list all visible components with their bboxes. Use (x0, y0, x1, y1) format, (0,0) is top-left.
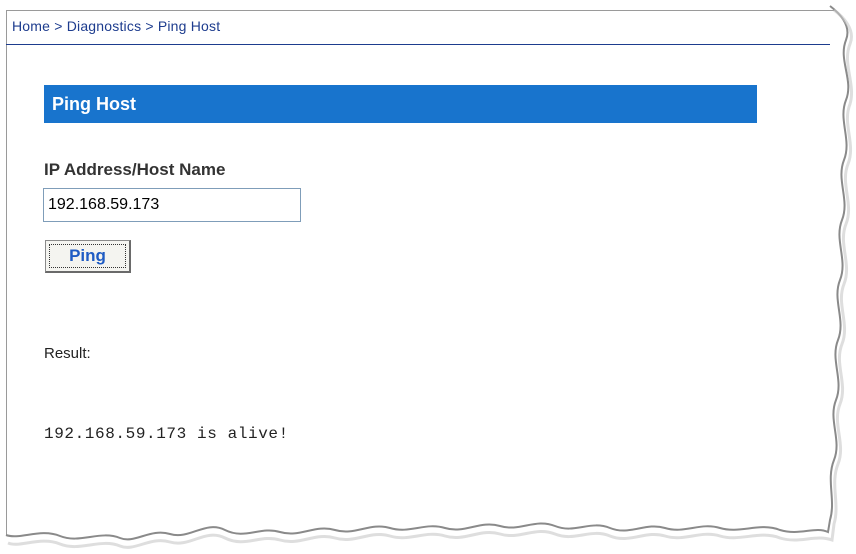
breadcrumb-divider (6, 44, 830, 45)
page: Home > Diagnostics > Ping Host Ping Host… (0, 0, 856, 554)
ping-button[interactable]: Ping (45, 240, 131, 273)
result-label: Result: (44, 345, 91, 362)
ip-address-input[interactable] (43, 188, 301, 222)
ip-address-label: IP Address/Host Name (44, 160, 226, 179)
section-header: Ping Host (44, 85, 757, 123)
breadcrumb[interactable]: Home > Diagnostics > Ping Host (12, 18, 220, 34)
result-output: 192.168.59.173 is alive! (44, 425, 289, 443)
ping-button-label: Ping (49, 244, 126, 268)
